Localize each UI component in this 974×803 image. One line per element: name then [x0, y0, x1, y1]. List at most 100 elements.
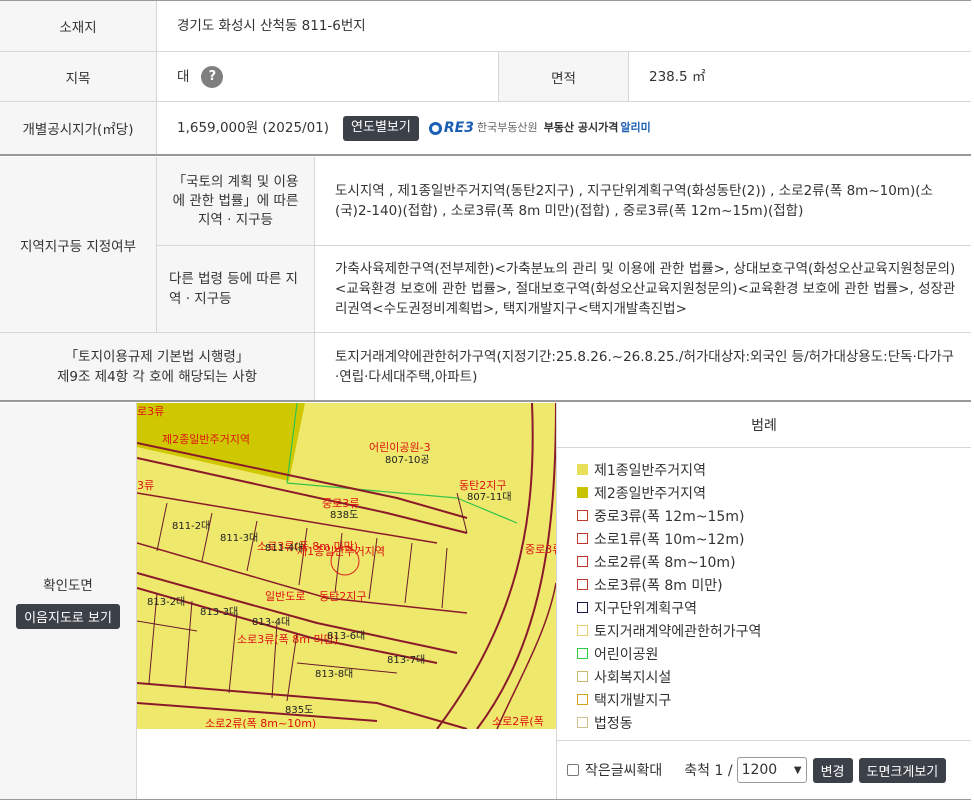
location-label: 소재지 — [0, 1, 156, 51]
legend-item: 지구단위계획구역 — [577, 596, 971, 619]
scale-label: 축척 1 / — [684, 760, 732, 780]
map-text-lot-813-8: 813-8대 — [315, 668, 353, 680]
map-text-lot-811-4: 811-4대 — [265, 542, 303, 554]
legend-item: 소로2류(폭 8m~10m) — [577, 550, 971, 573]
price-value-cell: 1,659,000원 (2025/01) 연도별보기 RE3 한국부동산원 부동… — [157, 102, 971, 154]
map-text-road-mid-right: 중로3류 — [525, 543, 556, 556]
map-text-lot-813-4: 813-4대 — [252, 616, 290, 628]
legend-swatch — [577, 556, 588, 567]
eum-map-button[interactable]: 이음지도로 보기 — [16, 604, 120, 629]
other-law-value: 가축사육제한구역(전부제한)<가축분뇨의 관리 및 이용에 관한 법률>, 상대… — [315, 246, 971, 332]
reb-service-highlight: 알리미 — [620, 118, 650, 138]
map-text-lot-838: 838도 — [330, 510, 358, 521]
map-text-district: 동탄2지구 — [459, 479, 506, 492]
jimok-row: 지목 대 ? 면적 238.5 ㎡ — [0, 52, 971, 102]
legend-list: 제1종일반주거지역제2종일반주거지역중로3류(폭 12m~15m) 소로1류(폭 … — [557, 448, 971, 734]
small-text-checkbox[interactable] — [567, 764, 579, 776]
regulation-row: 「토지이용규제 기본법 시행령」 제9조 제4항 각 호에 해당되는 사항 토지… — [0, 333, 971, 402]
regulation-label-line2: 제9조 제4항 각 호에 해당되는 사항 — [57, 367, 257, 387]
map-text-left: 3류 — [137, 479, 154, 492]
legend-item: 사회복지시설 — [577, 665, 971, 688]
legend-label: 소로1류(폭 10m~12m) — [594, 529, 744, 549]
map-text-top-left: 로3류 — [137, 405, 164, 418]
legend-label: 택지개발지구 — [594, 690, 671, 710]
scale-value: 1200 — [742, 762, 778, 778]
map-label-cell: 확인도면 이음지도로 보기 — [0, 403, 136, 799]
national-law-value: 도시지역 , 제1종일반주거지역(동탄2지구) , 지구단위계획구역(화성동탄(… — [315, 157, 971, 245]
legend-label: 토지거래계약에관한허가구역 — [594, 621, 761, 641]
map-text-lot-811-2: 811-2대 — [172, 520, 210, 532]
map-label: 확인도면 — [43, 574, 93, 594]
change-scale-button[interactable]: 변경 — [813, 758, 853, 783]
legend-label: 제2종일반주거지역 — [594, 483, 706, 503]
jimok-label: 지목 — [0, 52, 156, 101]
price-value: 1,659,000원 (2025/01) — [177, 118, 329, 138]
map-controls: 작은글씨확대 축척 1 / 1200 ▼ 변경 도면크게보기 — [557, 741, 971, 799]
legend-item: 중로3류(폭 12m~15m) — [577, 504, 971, 527]
legend-swatch — [577, 671, 588, 682]
help-icon[interactable]: ? — [201, 66, 223, 88]
regulation-label: 「토지이용규제 기본법 시행령」 제9조 제4항 각 호에 해당되는 사항 — [0, 333, 314, 400]
legend-item: 제1종일반주거지역 — [577, 458, 971, 481]
scale-select[interactable]: 1200 ▼ — [737, 757, 807, 783]
other-law-label: 다른 법령 등에 따른 지역 · 지구등 — [157, 246, 314, 332]
map-section: 확인도면 이음지도로 보기 — [0, 403, 971, 800]
regulation-value: 토지거래계약에관한허가구역(지정기간:25.8.26.~26.8.25./허가대… — [315, 333, 971, 400]
map-text-lot-811-3: 811-3대 — [220, 532, 258, 544]
regulation-label-line1: 「토지이용규제 기본법 시행령」 — [65, 347, 250, 367]
legend-item: 소로1류(폭 10m~12m) — [577, 527, 971, 550]
legend-item: 어린이공원 — [577, 642, 971, 665]
map-text-lot-813-7: 813-7대 — [387, 654, 425, 666]
legend-item: 법정동 — [577, 711, 971, 734]
legend-label: 법정동 — [594, 713, 633, 733]
legend-label: 지구단위계획구역 — [594, 598, 697, 618]
zoning-label: 지역지구등 지정여부 — [0, 157, 156, 332]
chevron-down-icon: ▼ — [794, 765, 802, 776]
map-text-lot-807-11: 807-11대 — [467, 491, 512, 503]
map-text-zone-1st: 제1종일반주거지역 — [297, 544, 385, 558]
legend-label: 중로3류(폭 12m~15m) — [594, 506, 744, 526]
area-value: 238.5 ㎡ — [629, 52, 971, 101]
legend-swatch — [577, 648, 588, 659]
reb-logo-text: RE3 — [444, 118, 474, 138]
map-text-lot-813-2: 813-2대 — [147, 596, 185, 608]
print-map-button[interactable]: 도면크게보기 — [859, 758, 947, 783]
legend-swatch — [577, 510, 588, 521]
legend-swatch — [577, 625, 588, 636]
map-text-road-small3b: 소로3류(폭 8m 미만) — [237, 633, 338, 646]
yearly-view-button[interactable]: 연도별보기 — [343, 116, 419, 141]
map-text-lot-835: 835도 — [285, 705, 313, 716]
map-text-road-small2b: 소로2류(폭 — [492, 715, 544, 728]
cadastral-map[interactable]: 제2종일반주거지역 어린이공원-3 동탄2지구 중로3류 소로3류(폭 8m 미… — [137, 403, 556, 729]
legend-label: 소로2류(폭 8m~10m) — [594, 552, 736, 572]
legend-swatch — [577, 717, 588, 728]
legend-swatch — [577, 464, 588, 475]
legend-label: 사회복지시설 — [594, 667, 671, 687]
map-text-road-mid: 중로3류 — [322, 497, 359, 510]
location-row: 소재지 경기도 화성시 산척동 811-6번지 — [0, 0, 971, 52]
legend-swatch — [577, 579, 588, 590]
reb-service: 부동산 공시가격 — [544, 118, 619, 138]
reb-logo-link[interactable]: RE3 한국부동산원 부동산 공시가격 알리미 — [429, 118, 651, 138]
map-text-district-2: 동탄2지구 — [319, 590, 366, 603]
reb-logo-icon — [429, 122, 442, 135]
legend-item: 토지거래계약에관한허가구역 — [577, 619, 971, 642]
jimok-value: 대 — [177, 67, 189, 87]
small-text-label: 작은글씨확대 — [585, 760, 662, 780]
legend-swatch — [577, 487, 588, 498]
legend-title: 범례 — [557, 403, 971, 448]
location-value: 경기도 화성시 산척동 811-6번지 — [157, 1, 971, 51]
map-text-park: 어린이공원-3 — [369, 441, 431, 454]
legend-label: 어린이공원 — [594, 644, 658, 664]
map-svg: 제2종일반주거지역 어린이공원-3 동탄2지구 중로3류 소로3류(폭 8m 미… — [137, 403, 556, 729]
price-row: 개별공시지가(㎡당) 1,659,000원 (2025/01) 연도별보기 RE… — [0, 102, 971, 156]
map-text-lot-813-6: 813-6대 — [327, 630, 365, 642]
legend-item: 제2종일반주거지역 — [577, 481, 971, 504]
legend-label: 소로3류(폭 8m 미만) — [594, 575, 723, 595]
area-label: 면적 — [499, 52, 628, 101]
legend-label: 제1종일반주거지역 — [594, 460, 706, 480]
map-text-general-road: 일반도로 — [265, 589, 305, 603]
legend-swatch — [577, 602, 588, 613]
map-text-road-small2: 소로2류(폭 8m~10m) — [205, 717, 316, 729]
map-text-zone-2nd: 제2종일반주거지역 — [162, 432, 250, 446]
